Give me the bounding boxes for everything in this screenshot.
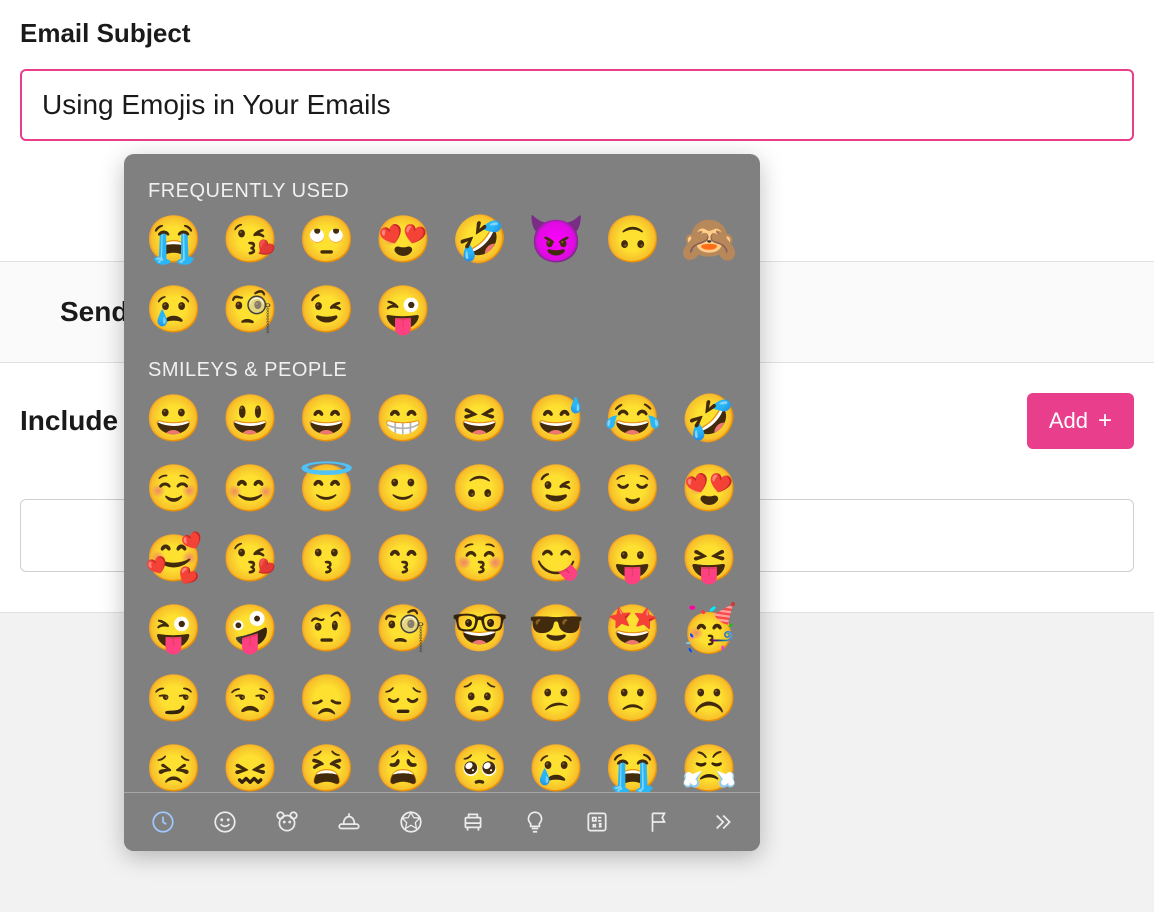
emoji-option[interactable]: 🙃 [454,462,506,514]
send-label: Send [60,296,128,327]
tab-food-icon[interactable] [334,807,364,837]
emoji-option[interactable]: 😫 [301,742,353,792]
emoji-option[interactable]: 😙 [378,532,430,584]
emoji-option[interactable]: 😢 [148,283,200,335]
emoji-option[interactable]: 😁 [378,392,430,444]
emoji-option[interactable]: 😜 [148,602,200,654]
emoji-option[interactable]: 🧐 [225,283,277,335]
emoji-section-heading: SMILEYS & PEOPLE [148,359,736,382]
tab-travel-icon[interactable] [458,807,488,837]
emoji-option[interactable]: 😝 [684,532,736,584]
emoji-option[interactable]: 🤪 [225,602,277,654]
emoji-option[interactable]: ☹️ [684,672,736,724]
tab-more-icon[interactable] [706,807,736,837]
emoji-option[interactable]: 🤩 [607,602,659,654]
emoji-option[interactable]: 🧐 [378,602,430,654]
tab-activity-icon[interactable] [396,807,426,837]
emoji-option[interactable]: 🤣 [684,392,736,444]
emoji-option[interactable]: 😭 [607,742,659,792]
email-subject-label: Email Subject [20,18,1134,49]
emoji-option[interactable]: 🤨 [301,602,353,654]
emoji-option[interactable]: 😔 [378,672,430,724]
emoji-option[interactable]: 😃 [225,392,277,444]
emoji-option[interactable]: 😒 [225,672,277,724]
emoji-option[interactable]: 😀 [148,392,200,444]
emoji-option[interactable]: 😊 [225,462,277,514]
emoji-option[interactable]: 🤓 [454,602,506,654]
emoji-option[interactable]: 😆 [454,392,506,444]
emoji-option[interactable]: 😭 [148,213,200,265]
include-label: Include [20,405,118,437]
emoji-option[interactable]: 🥳 [684,602,736,654]
emoji-option[interactable]: 😅 [531,392,583,444]
emoji-option[interactable]: 🙂 [378,462,430,514]
add-button-label: Add [1049,408,1088,434]
emoji-option[interactable]: 😌 [607,462,659,514]
emoji-option[interactable]: 😚 [454,532,506,584]
emoji-option[interactable]: 🙁 [607,672,659,724]
emoji-option[interactable]: 😣 [148,742,200,792]
emoji-grid: 😀 😃 😄 😁 😆 😅 😂 🤣 ☺️ 😊 😇 🙂 🙃 😉 😌 😍 🥰 😘 😗 😙 😚 😋 😛 😝 😜 🤪 🤨 🧐 🤓 😎 🤩 🥳 😏 😒 😞 😔 😟 😕 🙁… [148,392,736,792]
emoji-grid: 😭 😘 🙄 😍 🤣 😈 🙃 🙈 😢 🧐 😉 😜 [148,213,736,335]
emoji-option[interactable]: 😕 [531,672,583,724]
emoji-option[interactable]: 😋 [531,532,583,584]
emoji-picker: FREQUENTLY USED 😭 😘 🙄 😍 🤣 😈 🙃 🙈 😢 🧐 😉 😜 SMILEYS & PEO… [124,154,760,851]
emoji-option[interactable]: 😂 [607,392,659,444]
emoji-option[interactable]: 😘 [225,532,277,584]
emoji-section-heading: FREQUENTLY USED [148,180,736,203]
emoji-option[interactable]: 😎 [531,602,583,654]
emoji-option[interactable]: 😞 [301,672,353,724]
emoji-option[interactable]: ☺️ [148,462,200,514]
emoji-option[interactable]: 😘 [225,213,277,265]
emoji-option[interactable]: 😉 [301,283,353,335]
emoji-option[interactable]: 🤣 [454,213,506,265]
emoji-option[interactable]: 😍 [684,462,736,514]
emoji-option[interactable]: 😟 [454,672,506,724]
emoji-option[interactable]: 🥺 [454,742,506,792]
emoji-category-tabs [124,792,760,851]
tab-symbols-icon[interactable] [582,807,612,837]
emoji-option[interactable]: 😢 [531,742,583,792]
emoji-option[interactable]: 😛 [607,532,659,584]
tab-flags-icon[interactable] [644,807,674,837]
emoji-picker-scroll[interactable]: FREQUENTLY USED 😭 😘 🙄 😍 🤣 😈 🙃 🙈 😢 🧐 😉 😜 SMILEYS & PEO… [124,154,760,792]
emoji-option[interactable]: 😇 [301,462,353,514]
emoji-option[interactable]: 🙄 [301,213,353,265]
emoji-option[interactable]: 🙃 [607,213,659,265]
plus-icon: + [1098,407,1112,435]
email-subject-input[interactable] [20,69,1134,141]
emoji-option[interactable]: 😗 [301,532,353,584]
emoji-option[interactable]: 🥰 [148,532,200,584]
emoji-option[interactable]: 😩 [378,742,430,792]
emoji-option[interactable]: 😖 [225,742,277,792]
emoji-option[interactable]: 🙈 [684,213,736,265]
tab-animals-icon[interactable] [272,807,302,837]
emoji-option[interactable]: 😜 [378,283,430,335]
emoji-option[interactable]: 😉 [531,462,583,514]
emoji-option[interactable]: 😤 [684,742,736,792]
emoji-option[interactable]: 😈 [531,213,583,265]
emoji-option[interactable]: 😏 [148,672,200,724]
emoji-option[interactable]: 😍 [378,213,430,265]
emoji-option[interactable]: 😄 [301,392,353,444]
tab-recent-icon[interactable] [148,807,178,837]
add-button[interactable]: Add + [1027,393,1134,449]
tab-objects-icon[interactable] [520,807,550,837]
tab-smileys-icon[interactable] [210,807,240,837]
